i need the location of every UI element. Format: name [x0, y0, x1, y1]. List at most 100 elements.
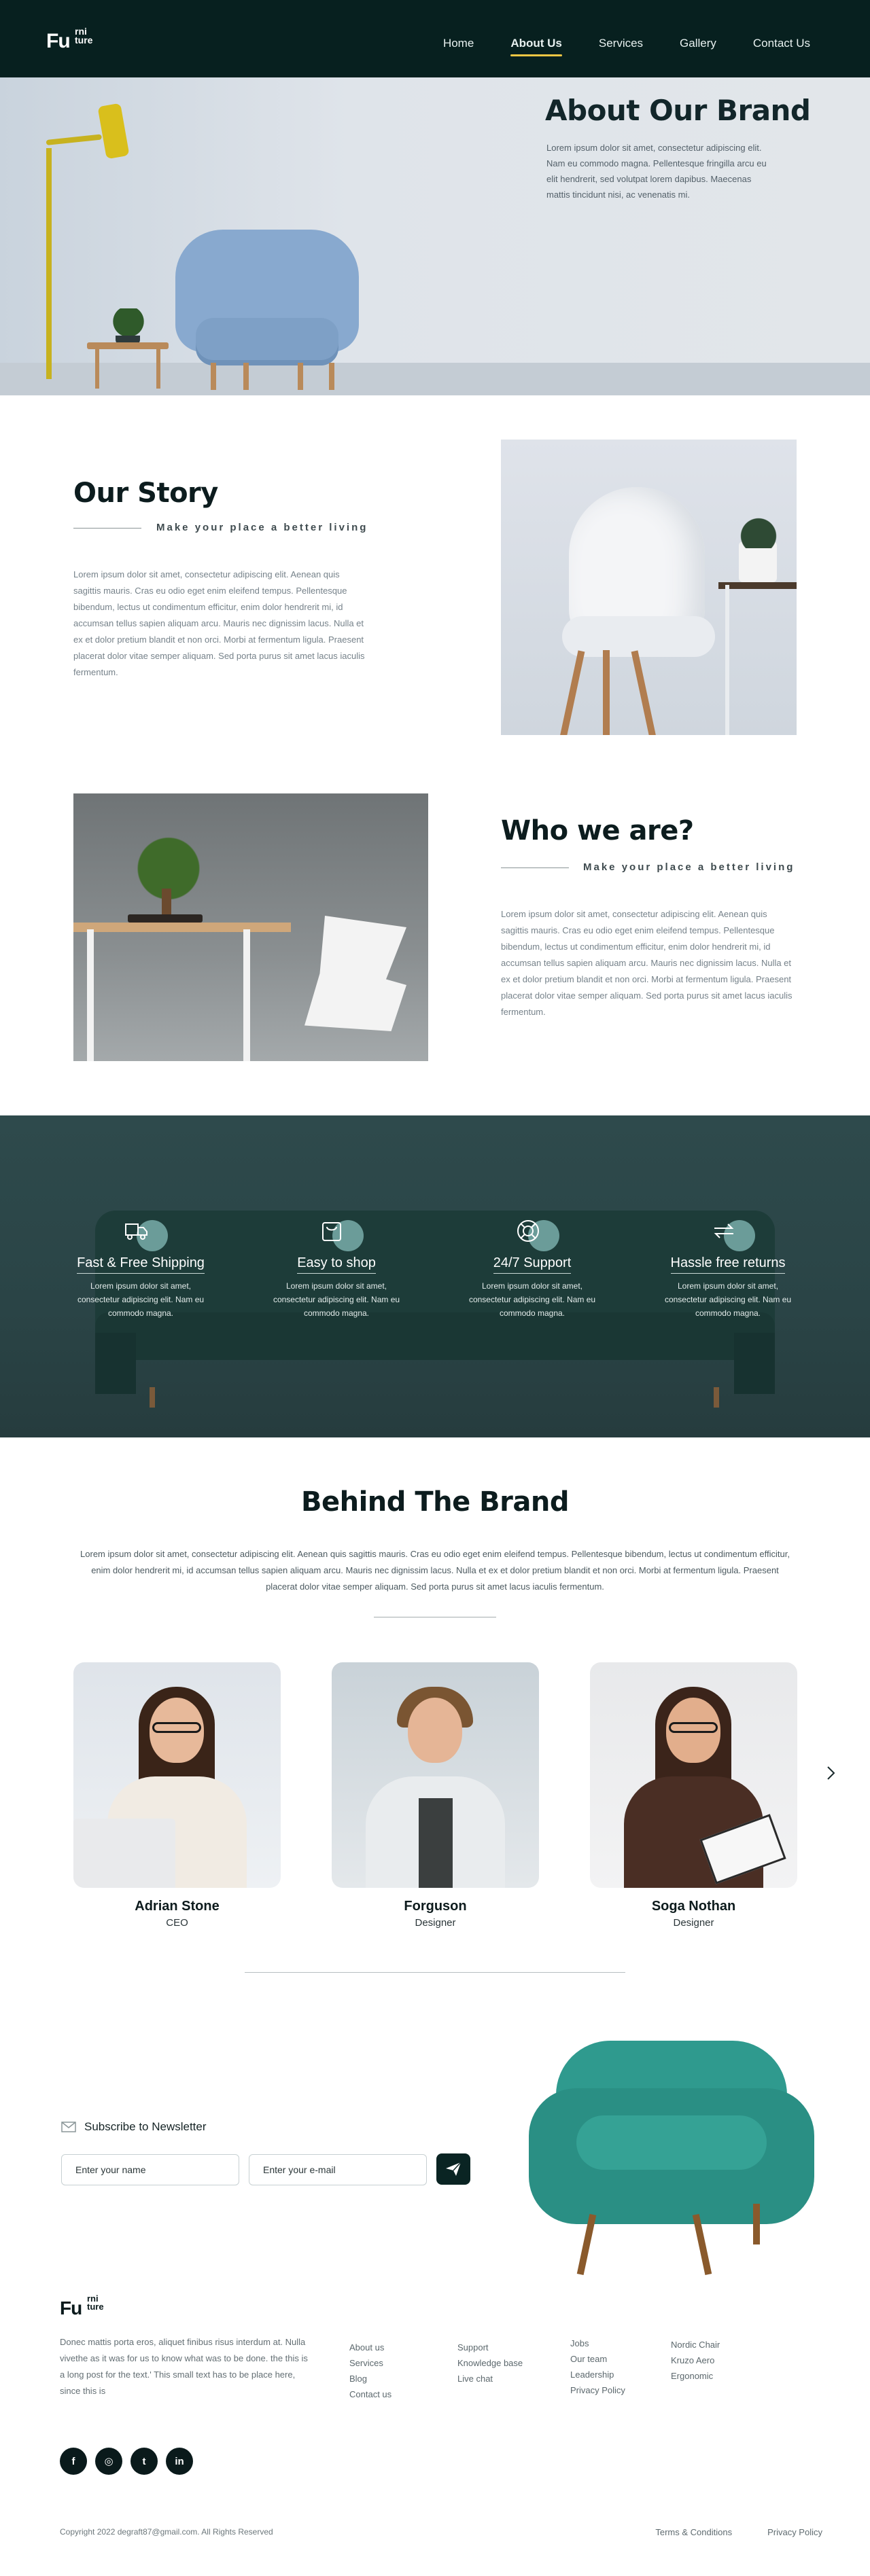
behind-the-brand-text: Lorem ipsum dolor sit amet, consectetur … — [80, 1549, 790, 1592]
floor-lamp-arm — [46, 134, 102, 145]
our-story-title: Our Story — [73, 478, 218, 509]
footer-link[interactable]: Blog — [349, 2374, 392, 2384]
chair-leg — [631, 650, 657, 735]
newsletter-send-button[interactable] — [436, 2153, 470, 2185]
side-table-leg — [95, 348, 99, 389]
face — [408, 1698, 462, 1763]
top-navbar: Fu rni ture Home About Us Services Galle… — [0, 0, 870, 77]
nav-link-gallery[interactable]: Gallery — [680, 37, 716, 50]
behind-the-brand-title: Behind The Brand — [301, 1486, 569, 1518]
hero-text: Lorem ipsum dolor sit amet, consectetur … — [546, 143, 767, 200]
table-leg — [243, 929, 250, 1061]
feature-easy-shop: Easy to shop Lorem ipsum dolor sit amet,… — [258, 1216, 415, 1320]
footer-links-company: About us Services Blog Contact us — [349, 2342, 392, 2399]
social-links: f ◎ t in — [60, 2448, 193, 2475]
footer-link[interactable]: Nordic Chair — [671, 2340, 720, 2350]
footer-link[interactable]: Live chat — [457, 2374, 523, 2384]
feature-icon-wrap — [505, 1216, 559, 1254]
white-chair — [304, 916, 406, 1031]
feature-text: Lorem ipsum dolor sit amet, consectetur … — [77, 1281, 205, 1318]
section-divider — [245, 1972, 625, 1973]
team-card-soga-nothan[interactable]: Soga Nothan Designer — [590, 1662, 797, 1929]
newsletter-title-text: Subscribe to Newsletter — [84, 2120, 207, 2133]
chair-leg — [211, 363, 216, 390]
plant-stand-leg — [725, 585, 729, 735]
footer-link[interactable]: Jobs — [570, 2338, 625, 2348]
footer-link[interactable]: Our team — [570, 2354, 625, 2364]
footer-link[interactable]: Leadership — [570, 2369, 625, 2380]
nav-link-about-us[interactable]: About Us — [510, 37, 562, 56]
plant-stand — [718, 582, 797, 589]
chair-leg — [559, 650, 585, 735]
chair-leg — [603, 650, 610, 735]
footer-link[interactable]: Knowledge base — [457, 2358, 523, 2368]
plant — [739, 507, 778, 548]
feature-text: Lorem ipsum dolor sit amet, consectetur … — [273, 1281, 400, 1318]
footer-links-help: Support Knowledge base Live chat — [457, 2342, 523, 2384]
chair-seat — [562, 616, 715, 657]
team-member-role: Designer — [415, 1917, 456, 1929]
shirt — [419, 1798, 453, 1888]
nav-link-services[interactable]: Services — [599, 37, 643, 50]
twitter-icon[interactable]: t — [130, 2448, 158, 2475]
feature-title: Hassle free returns — [670, 1255, 786, 1274]
logo-sup: rni ture — [75, 26, 93, 46]
our-story-tagline: Make your place a better living — [156, 522, 368, 533]
white-chair-image — [501, 440, 797, 735]
team-card-forguson[interactable]: Forguson Designer — [332, 1662, 539, 1929]
linkedin-icon[interactable]: in — [166, 2448, 193, 2475]
footer-link[interactable]: Services — [349, 2358, 392, 2368]
side-table-leg — [156, 348, 160, 389]
table-leg — [87, 929, 94, 1061]
features-banner: Fast & Free Shipping Lorem ipsum dolor s… — [0, 1115, 870, 1437]
logo-sup: rni ture — [87, 2293, 104, 2312]
hero-floor — [0, 363, 870, 395]
facebook-icon[interactable]: f — [60, 2448, 87, 2475]
team-card-adrian-stone[interactable]: Adrian Stone CEO — [73, 1662, 281, 1929]
footer-link[interactable]: Ergonomic — [671, 2371, 720, 2381]
team-photo-avatar — [73, 1662, 281, 1888]
footer-links-about: Jobs Our team Leadership Privacy Policy — [570, 2338, 625, 2395]
legal-links: Terms & Conditions Privacy Policy — [655, 2527, 822, 2537]
envelope-icon — [61, 2122, 76, 2132]
footer-about-text: Donec mattis porta eros, aliquet finibus… — [60, 2337, 308, 2396]
feature-shipping: Fast & Free Shipping Lorem ipsum dolor s… — [63, 1216, 219, 1320]
footer-logo[interactable]: Fu rni ture — [60, 2294, 104, 2319]
copyright-text: Copyright 2022 degraft87@gmail.com. All … — [60, 2527, 273, 2537]
bonsai-dining-image — [73, 793, 428, 1061]
footer-link[interactable]: Privacy Policy — [570, 2385, 625, 2395]
nav-link-home[interactable]: Home — [443, 37, 474, 50]
logo-main: Fu — [60, 2297, 82, 2319]
footer-link[interactable]: About us — [349, 2342, 392, 2353]
newsletter-email-input[interactable] — [249, 2154, 427, 2185]
chevron-right-icon[interactable] — [822, 1765, 839, 1781]
site-logo[interactable]: Fu rni ture — [46, 26, 92, 53]
feature-support: 24/7 Support Lorem ipsum dolor sit amet,… — [454, 1216, 610, 1320]
sofa-arm — [95, 1333, 136, 1394]
team-member-name: Soga Nothan — [651, 1899, 736, 1914]
paper-plane-icon — [446, 2162, 462, 2176]
footer-link[interactable]: Support — [457, 2342, 523, 2353]
nav-link-contact-us[interactable]: Contact Us — [753, 37, 810, 50]
truck-icon — [125, 1223, 147, 1240]
newsletter-name-input[interactable] — [61, 2154, 239, 2185]
returns-arrows-icon — [714, 1223, 734, 1238]
who-we-are-text: Lorem ipsum dolor sit amet, consectetur … — [501, 909, 793, 1017]
terms-link[interactable]: Terms & Conditions — [655, 2527, 732, 2537]
privacy-link[interactable]: Privacy Policy — [767, 2527, 822, 2537]
glasses — [669, 1722, 718, 1733]
feature-icon-wrap — [114, 1216, 168, 1254]
blue-armchair-image — [169, 230, 372, 395]
footer-link[interactable]: Kruzo Aero — [671, 2355, 720, 2365]
footer-link[interactable]: Contact us — [349, 2389, 392, 2399]
chair-leg — [329, 363, 334, 390]
logo-main: Fu — [46, 30, 71, 52]
glasses — [152, 1722, 201, 1733]
instagram-icon[interactable]: ◎ — [95, 2448, 122, 2475]
who-we-are-tagline: Make your place a better living — [583, 861, 795, 873]
team-member-role: CEO — [166, 1917, 188, 1929]
green-armchair-image — [529, 2041, 814, 2278]
laptop — [73, 1819, 175, 1888]
team-photo-avatar — [590, 1662, 797, 1888]
feature-returns: Hassle free returns Lorem ipsum dolor si… — [650, 1216, 806, 1320]
